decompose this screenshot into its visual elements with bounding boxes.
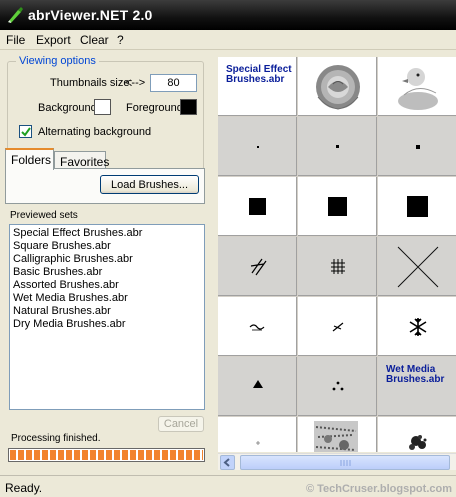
brush-app-icon [8,7,23,23]
foreground-label: Foreground: [126,102,186,114]
thumbnail-cell-snowflake[interactable] [378,297,456,356]
list-item[interactable]: Dry Media Brushes.abr [13,318,201,331]
tab-folders[interactable]: Folders [5,148,54,170]
thumbnail-cell-assorted-1[interactable] [218,297,297,356]
processing-status-label: Processing finished. [11,433,101,444]
mark-brush-icon [332,322,344,332]
thumbnail-grid: Special Effect Brushes.abr Wet Media Bru… [218,57,456,452]
thumbnail-cell-triangle[interactable] [218,357,297,416]
list-item[interactable]: Assorted Brushes.abr [13,279,201,292]
thumbnail-cell-natural-1[interactable] [218,417,297,452]
left-panel: Viewing options Thumbnails size: <--> 80… [0,50,218,475]
list-item[interactable]: Special Effect Brushes.abr [13,227,201,240]
thumbnail-cell-natural-3[interactable] [378,417,456,452]
foreground-color-swatch[interactable] [180,99,197,115]
cross-brush-icon [397,246,439,288]
thumbnail-cell-rose[interactable] [298,57,377,116]
background-color-swatch[interactable] [94,99,111,115]
thumbnail-cell-special-effect-label[interactable]: Special Effect Brushes.abr [218,57,297,116]
square-brush-icon [328,197,347,216]
load-brushes-button[interactable]: Load Brushes... [100,175,199,194]
alternating-background-checkbox[interactable] [19,125,32,138]
thumbnail-cell-tiny-dot-1[interactable] [218,117,297,176]
menu-clear[interactable]: Clear [80,33,109,47]
scrollbar-thumb[interactable] [240,455,450,470]
thumbnail-cell-dots[interactable] [298,357,377,416]
texture-brush-icon [314,421,358,452]
thumbnail-cell-duck[interactable] [378,57,456,116]
progress-bar-fill [10,450,203,460]
horizontal-scrollbar[interactable] [218,453,456,470]
list-item[interactable]: Basic Brushes.abr [13,266,201,279]
dots-brush-icon [332,381,344,391]
chevron-left-icon [223,458,230,467]
thumbnail-cell-tiny-dot-3[interactable] [378,117,456,176]
snowflake-brush-icon [409,318,427,336]
list-item[interactable]: Square Brushes.abr [13,240,201,253]
hash-brush-icon [331,259,345,274]
squiggle-brush-icon [249,324,265,331]
square-brush-icon [407,196,428,217]
window-title: abrViewer.NET 2.0 [28,7,153,23]
menu-help[interactable]: ? [117,33,124,47]
thumbnail-label-special-effect: Special Effect Brushes.abr [226,64,292,85]
title-bar: abrViewer.NET 2.0 [0,0,456,30]
status-bar: Ready. © TechCruser.blogspot.com [0,475,456,497]
thumbnail-cell-calligraphic-1[interactable] [218,237,297,296]
previewed-sets-list[interactable]: Special Effect Brushes.abr Square Brushe… [9,224,205,410]
background-label: Background: [38,102,100,114]
thumbnail-label-wet-media: Wet Media Brushes.abr [386,364,445,385]
thumbnail-cell-square-medium[interactable] [298,177,377,236]
tiny-cross-brush-icon [256,441,260,445]
menu-bar: File Export Clear ? [0,30,456,50]
cancel-button[interactable]: Cancel [158,416,204,432]
thumbnail-cell-wet-media-label[interactable]: Wet Media Brushes.abr [378,357,456,416]
thumbnail-cell-square-large[interactable] [378,177,456,236]
rubber-duck-brush-icon [398,68,438,110]
alternating-background-label: Alternating background [38,126,152,138]
checkmark-icon [21,127,31,137]
menu-export[interactable]: Export [36,33,71,47]
calligraphic-strokes-icon [250,258,267,276]
triangle-brush-icon [253,380,263,388]
splatter-brush-icon [409,435,427,450]
thumbnail-cell-assorted-2[interactable] [298,297,377,356]
list-item[interactable]: Natural Brushes.abr [13,305,201,318]
grip-icon [340,460,351,466]
watermark: © TechCruser.blogspot.com [305,483,452,495]
viewing-options-legend: Viewing options [16,55,99,67]
square-brush-icon [249,198,266,215]
list-item[interactable]: Calligraphic Brushes.abr [13,253,201,266]
thumbnail-size-arrow: <--> [125,77,146,89]
dot-brush-icon [416,145,420,149]
scroll-left-button[interactable] [220,455,235,470]
dot-brush-icon [336,145,339,148]
thumbnail-cell-square-small[interactable] [218,177,297,236]
thumbnail-size-input[interactable]: 80 [150,74,197,92]
thumbnail-cell-tiny-dot-2[interactable] [298,117,377,176]
dot-brush-icon [257,146,259,148]
thumbnail-cell-natural-2[interactable] [298,417,377,452]
rose-brush-icon [316,65,360,110]
list-item[interactable]: Wet Media Brushes.abr [13,292,201,305]
previewed-sets-label: Previewed sets [10,210,78,221]
progress-bar [8,448,205,462]
thumbnail-cell-calligraphic-3[interactable] [378,237,456,296]
status-text: Ready. [5,481,43,495]
thumbnail-size-label: Thumbnails size: [50,77,133,89]
menu-file[interactable]: File [6,33,25,47]
thumbnail-cell-calligraphic-2[interactable] [298,237,377,296]
